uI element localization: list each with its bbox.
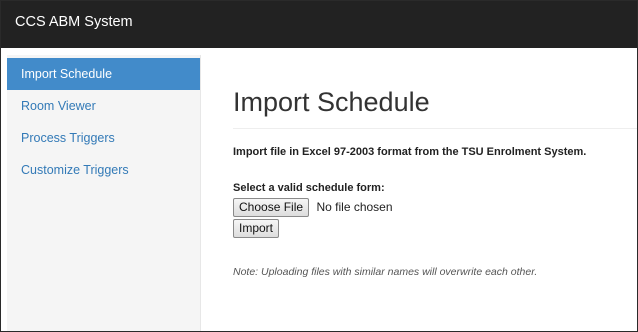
file-input: Choose File No file chosen (233, 198, 393, 218)
file-status-text: No file chosen (316, 199, 393, 214)
sidebar: Import Schedule Room Viewer Process Trig… (7, 55, 201, 331)
sidebar-item-import-schedule[interactable]: Import Schedule (7, 58, 200, 90)
overwrite-note: Note: Uploading files with similar names… (233, 266, 538, 278)
file-field-label: Select a valid schedule form: (233, 182, 385, 194)
page-title: Import Schedule (233, 87, 430, 117)
sidebar-item-room-viewer[interactable]: Room Viewer (7, 90, 200, 122)
choose-file-button[interactable]: Choose File (233, 198, 310, 217)
title-divider (233, 128, 637, 129)
top-navbar: CCS ABM System (1, 1, 637, 48)
app-brand[interactable]: CCS ABM System (15, 14, 133, 30)
app-window: CCS ABM System Import Schedule Room View… (0, 0, 638, 332)
import-instructions: Import file in Excel 97-2003 format from… (233, 146, 587, 158)
import-button[interactable]: Import (233, 219, 280, 238)
sidebar-item-customize-triggers[interactable]: Customize Triggers (7, 154, 200, 186)
import-row: Import (233, 219, 280, 238)
sidebar-item-process-triggers[interactable]: Process Triggers (7, 122, 200, 154)
